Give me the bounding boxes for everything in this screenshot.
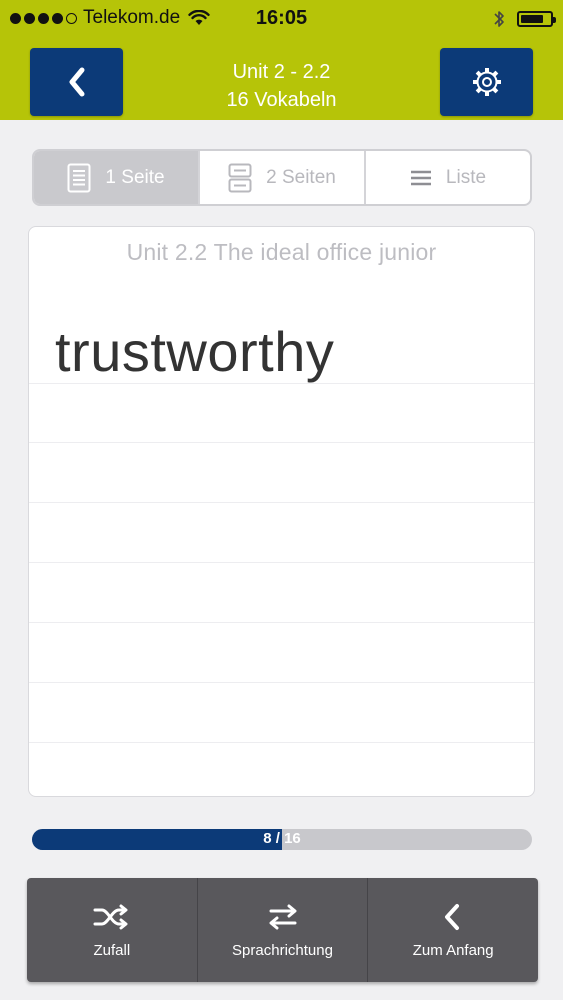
shuffle-icon	[93, 904, 128, 929]
restart-button[interactable]: Zum Anfang	[368, 878, 538, 982]
two-pages-icon	[228, 163, 252, 192]
card-ruled-line	[29, 682, 534, 683]
signal-dot	[66, 12, 77, 24]
card-ruled-line	[29, 383, 534, 384]
chevron-left-icon	[69, 67, 84, 97]
progress-label: 8 / 16	[263, 830, 301, 847]
gear-icon	[472, 68, 501, 96]
view-mode-segmented-control: 1 Seite 2 Seiten Liste	[32, 149, 532, 206]
vocabulary-word: trustworthy	[55, 320, 335, 383]
shuffle-label: Zufall	[93, 941, 131, 959]
nav-title-block: Unit 2 - 2.2 16 Vokabeln	[120, 58, 443, 114]
view-mode-list[interactable]: Liste	[366, 151, 530, 204]
view-mode-single-page[interactable]: 1 Seite	[34, 151, 200, 204]
signal-dot	[24, 12, 35, 24]
view-mode-label: 2 Seiten	[266, 166, 336, 188]
page-title: Unit 2 - 2.2	[232, 61, 331, 83]
progress-bar: 8 / 16	[32, 829, 532, 850]
settings-button[interactable]	[440, 48, 533, 116]
battery-icon	[517, 11, 556, 27]
view-mode-label: Liste	[445, 166, 487, 188]
signal-dot	[10, 12, 21, 24]
status-right	[493, 9, 556, 29]
card-ruled-line	[29, 442, 534, 443]
vocabulary-card[interactable]: Unit 2.2 The ideal office junior trustwo…	[28, 226, 535, 797]
navigation-bar: Unit 2 - 2.2 16 Vokabeln	[0, 40, 563, 120]
card-ruled-line	[29, 742, 534, 743]
bottom-toolbar: Zufall Sprachrichtung Zum Anfang	[27, 878, 538, 982]
signal-dot	[38, 12, 49, 24]
back-button[interactable]	[30, 48, 123, 116]
status-left: Telekom.de	[10, 7, 210, 29]
view-mode-two-pages[interactable]: 2 Seiten	[200, 151, 366, 204]
signal-strength-icon	[10, 12, 77, 24]
battery-fill	[521, 15, 543, 23]
status-bar: Telekom.de 16:05	[0, 0, 563, 40]
direction-label: Sprachrichtung	[232, 941, 333, 959]
card-ruled-line	[29, 622, 534, 623]
card-heading: Unit 2.2 The ideal office junior	[126, 239, 437, 265]
list-icon	[410, 170, 431, 185]
card-ruled-line	[29, 562, 534, 563]
single-page-icon	[67, 163, 91, 192]
signal-dot	[52, 12, 63, 24]
restart-label: Zum Anfang	[412, 941, 494, 959]
carrier-name: Telekom.de	[83, 7, 181, 28]
chevron-left-icon	[445, 903, 460, 930]
swap-arrows-icon	[269, 904, 296, 929]
wifi-icon	[188, 10, 210, 25]
bluetooth-icon	[494, 11, 504, 27]
page-subtitle: 16 Vokabeln	[226, 89, 337, 111]
language-direction-button[interactable]: Sprachrichtung	[198, 878, 369, 982]
battery-tip	[553, 17, 556, 23]
card-ruled-line	[29, 502, 534, 503]
view-mode-label: 1 Seite	[105, 166, 165, 188]
shuffle-button[interactable]: Zufall	[27, 878, 198, 982]
